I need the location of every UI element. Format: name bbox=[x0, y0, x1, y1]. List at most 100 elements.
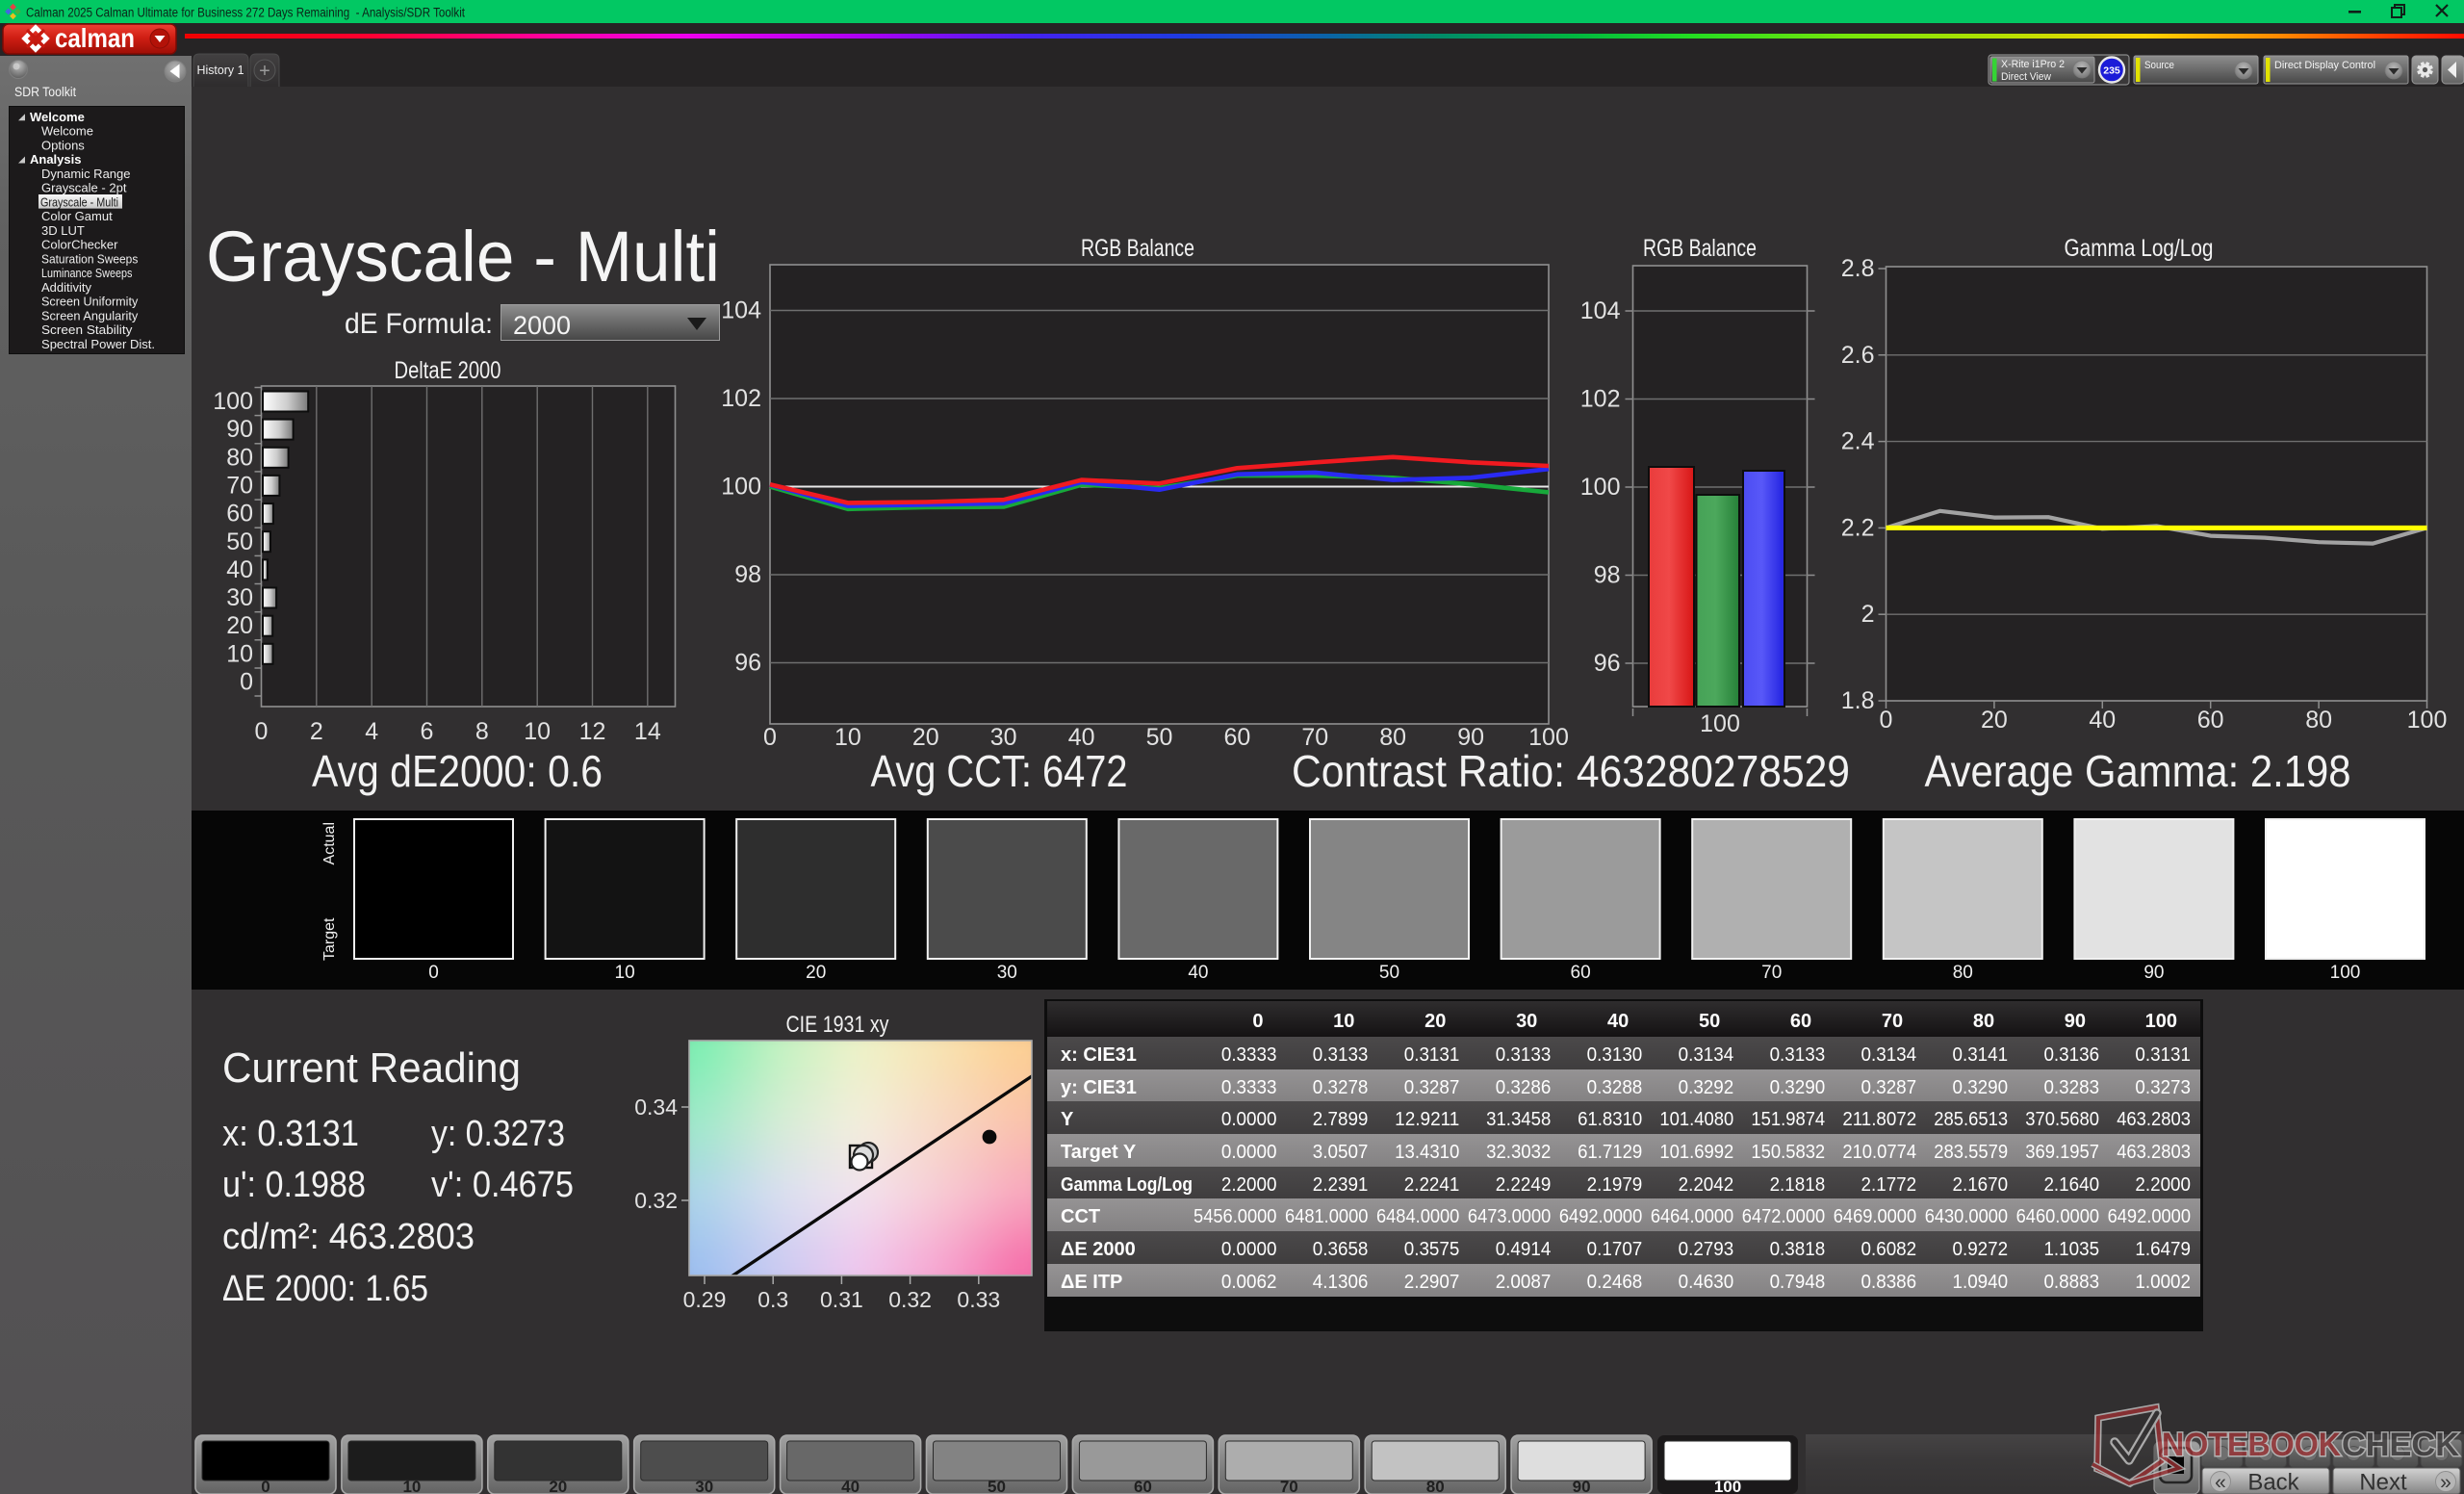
svg-text:2: 2 bbox=[310, 718, 323, 745]
svg-text:0.3130: 0.3130 bbox=[1587, 1044, 1643, 1066]
svg-text:3.0507: 3.0507 bbox=[1313, 1142, 1369, 1163]
svg-text:0.3141: 0.3141 bbox=[1952, 1044, 2008, 1066]
svg-text:Welcome: Welcome bbox=[41, 124, 93, 139]
svg-text:0: 0 bbox=[261, 1478, 270, 1494]
svg-text:6484.0000: 6484.0000 bbox=[1376, 1206, 1459, 1227]
svg-text:1.0002: 1.0002 bbox=[2135, 1272, 2191, 1293]
svg-text:20: 20 bbox=[1981, 707, 2008, 734]
svg-text:0.3333: 0.3333 bbox=[1221, 1044, 1277, 1066]
svg-text:1.6479: 1.6479 bbox=[2135, 1239, 2191, 1260]
svg-text:0.3287: 0.3287 bbox=[1861, 1077, 1917, 1098]
svg-text:0.1707: 0.1707 bbox=[1587, 1239, 1643, 1260]
svg-text:v': 0.4675: v': 0.4675 bbox=[431, 1165, 574, 1205]
svg-text:6469.0000: 6469.0000 bbox=[1834, 1206, 1916, 1227]
svg-text:0.3290: 0.3290 bbox=[1952, 1077, 2008, 1098]
svg-text:ΔE ITP: ΔE ITP bbox=[1061, 1272, 1122, 1293]
svg-text:RGB Balance: RGB Balance bbox=[1643, 235, 1757, 262]
svg-text:2.2249: 2.2249 bbox=[1496, 1174, 1552, 1196]
svg-text:463.2803: 463.2803 bbox=[2117, 1142, 2191, 1163]
svg-text:211.8072: 211.8072 bbox=[1842, 1109, 1916, 1130]
svg-text:2.2000: 2.2000 bbox=[2135, 1174, 2191, 1196]
svg-text:150.5832: 150.5832 bbox=[1751, 1142, 1825, 1163]
svg-text:30: 30 bbox=[226, 584, 253, 611]
svg-text:0.2468: 0.2468 bbox=[1587, 1272, 1643, 1293]
svg-text:98: 98 bbox=[1594, 562, 1621, 589]
svg-text:«: « bbox=[2215, 1472, 2226, 1494]
svg-text:151.9874: 151.9874 bbox=[1751, 1109, 1825, 1130]
svg-text:0.32: 0.32 bbox=[888, 1287, 932, 1312]
svg-text:0.29: 0.29 bbox=[683, 1287, 727, 1312]
svg-text:10: 10 bbox=[402, 1478, 421, 1494]
svg-text:0.6082: 0.6082 bbox=[1861, 1239, 1917, 1260]
svg-text:cd/m²: 463.2803: cd/m²: 463.2803 bbox=[222, 1217, 475, 1257]
svg-text:80: 80 bbox=[226, 444, 253, 471]
svg-text:x: CIE31: x: CIE31 bbox=[1061, 1044, 1137, 1066]
svg-text:80: 80 bbox=[1953, 963, 1973, 983]
svg-text:Target Y: Target Y bbox=[1061, 1142, 1137, 1163]
svg-text:Spectral Power Dist.: Spectral Power Dist. bbox=[41, 337, 155, 351]
svg-text:2.1818: 2.1818 bbox=[1770, 1174, 1826, 1196]
svg-text:Analysis: Analysis bbox=[30, 152, 81, 167]
svg-text:0.3: 0.3 bbox=[757, 1287, 788, 1312]
svg-text:1.1035: 1.1035 bbox=[2043, 1239, 2099, 1260]
svg-text:20: 20 bbox=[549, 1478, 567, 1494]
svg-text:0.4914: 0.4914 bbox=[1496, 1239, 1552, 1260]
svg-text:80: 80 bbox=[1973, 1011, 1994, 1032]
svg-text:0.0000: 0.0000 bbox=[1221, 1142, 1277, 1163]
svg-text:50: 50 bbox=[1146, 724, 1173, 751]
svg-text:100: 100 bbox=[721, 474, 761, 501]
svg-text:2.2241: 2.2241 bbox=[1404, 1174, 1460, 1196]
svg-text:0.4630: 0.4630 bbox=[1679, 1272, 1734, 1293]
svg-text:2.2: 2.2 bbox=[1841, 514, 1875, 541]
svg-text:70: 70 bbox=[226, 472, 253, 499]
svg-text:0.8386: 0.8386 bbox=[1861, 1272, 1917, 1293]
svg-text:40: 40 bbox=[1607, 1011, 1629, 1032]
svg-text:y: CIE31: y: CIE31 bbox=[1061, 1077, 1137, 1098]
svg-text:32.3032: 32.3032 bbox=[1486, 1142, 1551, 1163]
svg-text:1.8: 1.8 bbox=[1841, 687, 1875, 714]
svg-text:0.3288: 0.3288 bbox=[1587, 1077, 1643, 1098]
svg-text:100: 100 bbox=[2407, 707, 2448, 734]
svg-text:6492.0000: 6492.0000 bbox=[2108, 1206, 2191, 1227]
svg-text:2.7899: 2.7899 bbox=[1313, 1109, 1369, 1130]
svg-text:0.3134: 0.3134 bbox=[1679, 1044, 1734, 1066]
svg-text:0.3131: 0.3131 bbox=[1404, 1044, 1460, 1066]
svg-text:0.3133: 0.3133 bbox=[1496, 1044, 1552, 1066]
svg-text:50: 50 bbox=[1379, 963, 1399, 983]
svg-text:60: 60 bbox=[1571, 963, 1591, 983]
svg-text:0.0000: 0.0000 bbox=[1221, 1239, 1277, 1260]
svg-text:Dynamic Range: Dynamic Range bbox=[41, 167, 131, 181]
svg-text:98: 98 bbox=[734, 561, 761, 588]
svg-text:90: 90 bbox=[2065, 1011, 2086, 1032]
svg-text:4.1306: 4.1306 bbox=[1313, 1272, 1369, 1293]
svg-text:2.1640: 2.1640 bbox=[2043, 1174, 2099, 1196]
svg-text:Actual: Actual bbox=[321, 822, 338, 864]
svg-text:6473.0000: 6473.0000 bbox=[1468, 1206, 1551, 1227]
svg-text:History 1: History 1 bbox=[197, 64, 244, 77]
svg-text:2.1670: 2.1670 bbox=[1952, 1174, 2008, 1196]
svg-text:0.3292: 0.3292 bbox=[1679, 1077, 1734, 1098]
svg-text:0.3283: 0.3283 bbox=[2043, 1077, 2099, 1098]
svg-text:210.0774: 210.0774 bbox=[1842, 1142, 1916, 1163]
svg-text:Luminance Sweeps: Luminance Sweeps bbox=[41, 266, 133, 280]
svg-text:6481.0000: 6481.0000 bbox=[1285, 1206, 1368, 1227]
svg-text:80: 80 bbox=[1426, 1478, 1445, 1494]
svg-text:10: 10 bbox=[1333, 1011, 1354, 1032]
svg-text:12.9211: 12.9211 bbox=[1395, 1109, 1459, 1130]
svg-text:369.1957: 369.1957 bbox=[2025, 1142, 2099, 1163]
svg-text:5456.0000: 5456.0000 bbox=[1194, 1206, 1276, 1227]
svg-text:3D LUT: 3D LUT bbox=[41, 223, 85, 238]
svg-text:463.2803: 463.2803 bbox=[2117, 1109, 2191, 1130]
svg-text:DeltaE 2000: DeltaE 2000 bbox=[395, 357, 501, 384]
svg-text:30: 30 bbox=[997, 963, 1017, 983]
svg-text:20: 20 bbox=[226, 612, 253, 639]
svg-text:0.3278: 0.3278 bbox=[1313, 1077, 1369, 1098]
svg-text:31.3458: 31.3458 bbox=[1486, 1109, 1551, 1130]
svg-text:70: 70 bbox=[1882, 1011, 1903, 1032]
svg-text:8: 8 bbox=[475, 718, 489, 745]
svg-text:100: 100 bbox=[1714, 1478, 1741, 1494]
svg-text:0.3133: 0.3133 bbox=[1770, 1044, 1826, 1066]
svg-text:Screen Uniformity: Screen Uniformity bbox=[41, 295, 139, 309]
svg-text:0.8883: 0.8883 bbox=[2043, 1272, 2099, 1293]
svg-text:Contrast Ratio: 463280278529: Contrast Ratio: 463280278529 bbox=[1292, 746, 1850, 796]
